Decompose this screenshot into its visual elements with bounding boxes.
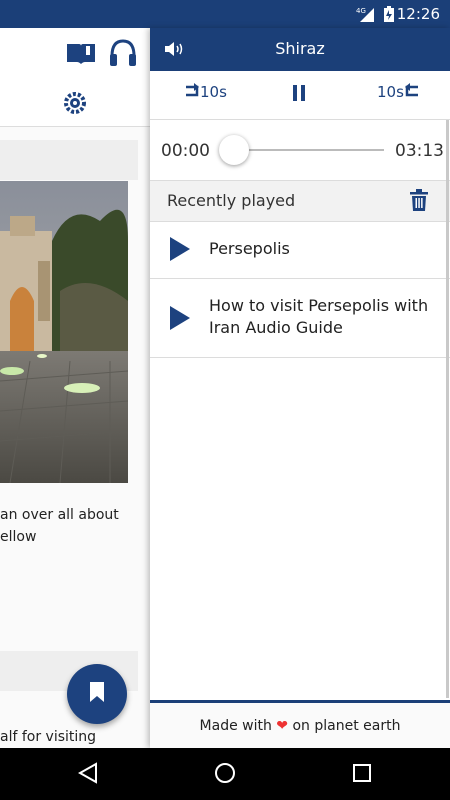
section-bar [0,140,138,180]
book-icon[interactable] [66,42,96,70]
bookmark-icon [90,682,104,706]
home-icon[interactable] [214,762,236,788]
landmark-photo [0,181,128,483]
audio-player-drawer: Shiraz 10s 10s 00:00 03:13 Recently play… [150,28,450,751]
footer-suffix: on planet earth [292,718,401,734]
status-bar: 4G 12:26 [0,0,450,28]
list-item[interactable]: Persepolis [150,222,450,279]
seek-thumb[interactable] [219,135,249,165]
trash-icon[interactable] [410,189,428,215]
repeat-back-icon [184,83,200,101]
list-item-title: Persepolis [209,239,290,258]
recently-played-header: Recently played [150,181,450,222]
play-icon[interactable] [170,306,190,334]
footer-prefix: Made with [199,718,272,734]
recents-icon[interactable] [352,763,372,787]
forward-label: 10s [377,83,404,101]
system-nav-bar [0,748,450,800]
forward-10s-button[interactable]: 10s [377,83,420,101]
total-time: 03:13 [395,141,444,161]
seek-track[interactable] [234,149,384,151]
back-icon[interactable] [77,762,98,788]
battery-charging-icon [384,6,394,26]
status-time: 12:26 [396,5,440,23]
repeat-forward-icon [404,83,420,101]
rewind-label: 10s [200,83,227,101]
play-icon[interactable] [170,237,190,265]
pause-button[interactable] [293,85,305,105]
app-toolbar [0,28,150,127]
signal-icon: 4G [356,6,376,26]
rewind-10s-button[interactable]: 10s [184,83,227,101]
list-item-title: How to visit Persepolis with Iran Audio … [209,296,429,337]
list-item[interactable]: How to visit Persepolis with Iran Audio … [150,279,450,358]
caption-line-2: ellow [0,529,37,545]
headphones-icon[interactable] [109,38,137,72]
player-header: Shiraz [150,28,450,71]
footer-text: Made with ❤ on planet earth [150,718,450,734]
heart-icon: ❤ [276,718,289,734]
playback-controls: 10s 10s [150,71,450,120]
current-time: 00:00 [161,141,210,161]
recently-played-label: Recently played [167,191,296,210]
player-title: Shiraz [275,39,325,58]
bottom-caption: alf for visiting [0,729,97,745]
footer: Made with ❤ on planet earth [150,700,450,751]
background-app: an over all about ellow alf for visiting [0,28,150,748]
pause-icon [293,85,305,105]
scrollbar[interactable] [446,120,449,698]
bookmark-button[interactable] [67,664,127,724]
seek-row: 00:00 03:13 [150,120,450,181]
settings-icon[interactable] [63,91,87,119]
caption-line-1: an over all about [0,507,119,523]
network-type: 4G [356,7,366,15]
